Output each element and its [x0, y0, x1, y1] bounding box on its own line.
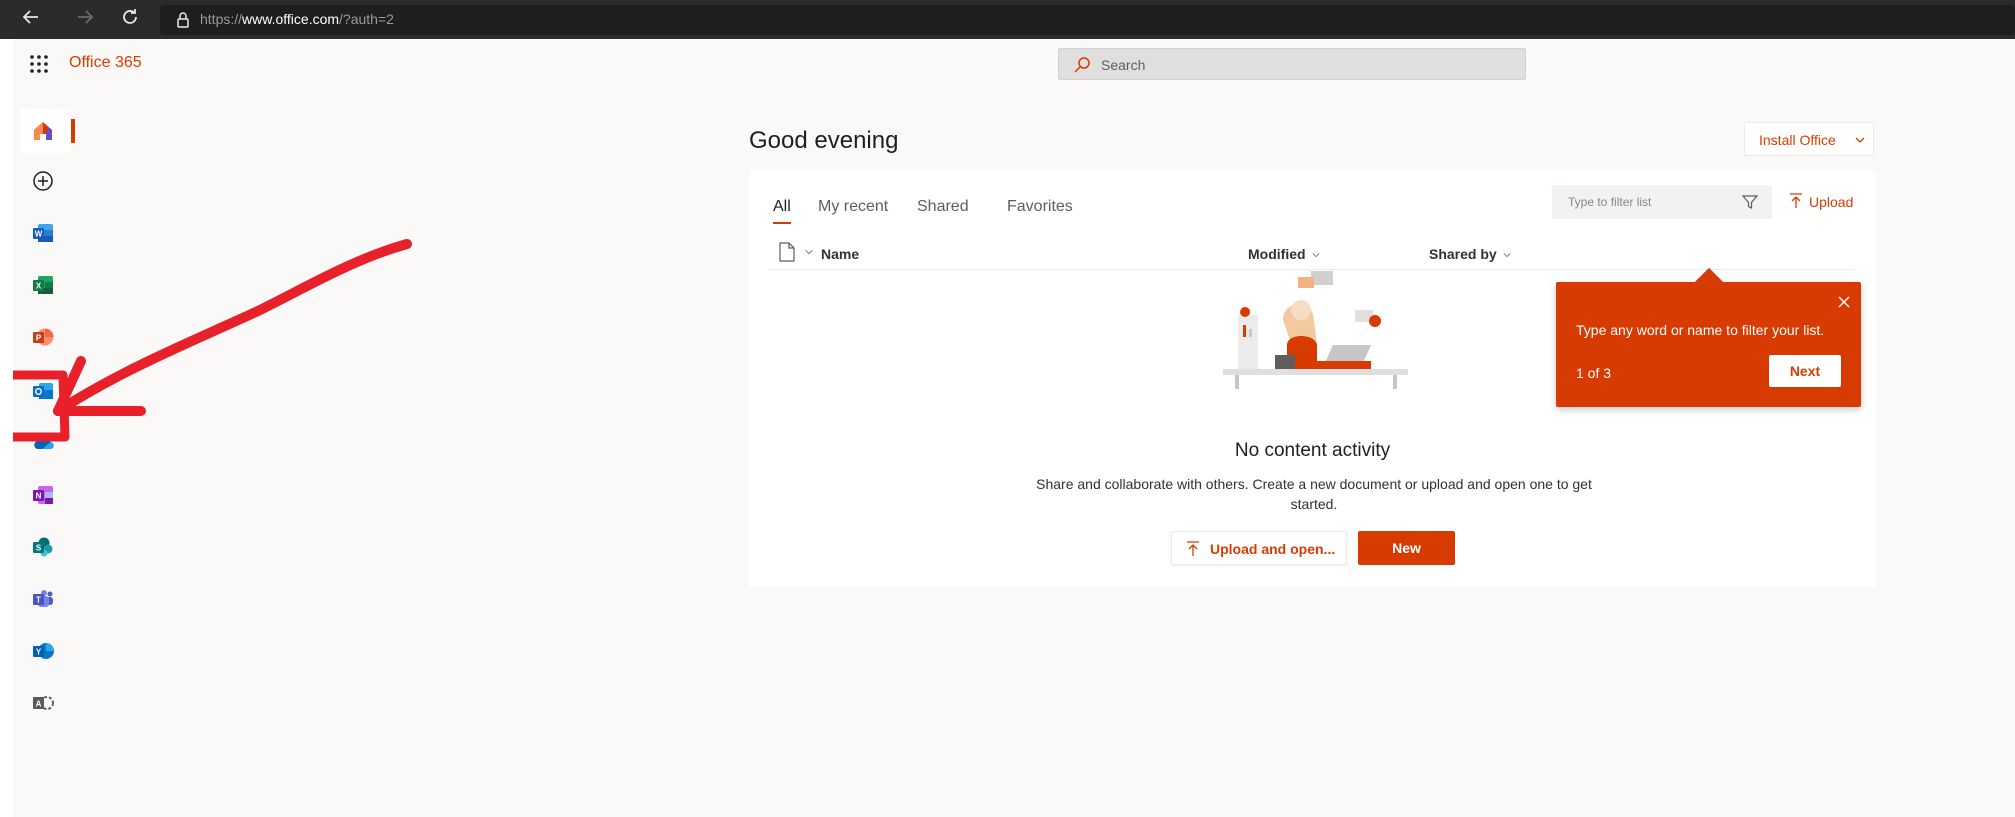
teaching-bubble: Type any word or name to filter your lis…: [1556, 267, 1861, 407]
lock-icon: [177, 12, 189, 28]
word-icon: W: [33, 224, 53, 242]
new-label: New: [1392, 540, 1421, 556]
sharepoint-icon: S: [33, 537, 53, 557]
next-label: Next: [1789, 363, 1821, 379]
address-bar[interactable]: https://www.office.com/?auth=2: [160, 5, 2015, 35]
rail-yammer[interactable]: Y: [21, 629, 65, 673]
empty-state-title: No content activity: [1234, 440, 1391, 461]
search-input[interactable]: [1101, 54, 1501, 76]
teaching-bubble-text: Type any word or name to filter your lis…: [1576, 322, 1825, 338]
office-app: Office 365 W X P: [13, 39, 2015, 817]
browser-toolbar: https://www.office.com/?auth=2: [0, 0, 2015, 39]
chevron-down-icon: [1855, 137, 1865, 143]
search-icon: [1074, 57, 1090, 73]
empty-state-description: Share and collaborate with others. Creat…: [1036, 476, 1592, 512]
filter-box[interactable]: [1552, 185, 1772, 219]
url-text[interactable]: https://www.office.com/?auth=2: [200, 11, 394, 27]
app-title[interactable]: Office 365: [69, 54, 142, 72]
column-shared-by[interactable]: Shared by: [1429, 246, 1511, 262]
rail-onenote[interactable]: N: [21, 473, 65, 517]
rail-powerpoint[interactable]: P: [21, 315, 65, 359]
svg-text:P: P: [36, 334, 42, 343]
rail-word[interactable]: W: [21, 211, 65, 255]
waffle-icon[interactable]: [28, 53, 50, 75]
svg-text:Y: Y: [36, 648, 42, 657]
rail-onedrive[interactable]: [21, 421, 65, 465]
forward-icon[interactable]: [70, 6, 100, 34]
file-type-column[interactable]: [779, 242, 813, 262]
tab-all-label: All: [773, 198, 791, 215]
rail-create[interactable]: [21, 159, 65, 203]
column-name[interactable]: Name: [821, 246, 859, 262]
svg-text:A: A: [36, 700, 42, 709]
column-modified[interactable]: Modified: [1248, 246, 1320, 262]
upload-and-open-button[interactable]: Upload and open...: [1171, 531, 1347, 565]
chevron-down-icon: [805, 250, 813, 255]
rail-excel[interactable]: X: [21, 263, 65, 307]
document-icon: [779, 242, 795, 262]
install-office-button[interactable]: Install Office: [1744, 122, 1874, 156]
app-launcher-rail: W X P N S T Y A: [13, 89, 75, 789]
tab-all[interactable]: All: [773, 198, 791, 224]
rail-admin[interactable]: A: [21, 681, 65, 725]
chevron-down-icon: [1503, 253, 1511, 258]
annotation-arrow: [13, 239, 412, 442]
svg-text:N: N: [36, 492, 42, 501]
filter-icon[interactable]: [1742, 194, 1758, 210]
chevron-down-icon: [1311, 253, 1320, 258]
powerpoint-icon: P: [33, 328, 54, 346]
tab-shared[interactable]: Shared: [917, 198, 969, 216]
svg-text:T: T: [36, 596, 41, 605]
install-office-label: Install Office: [1759, 132, 1836, 148]
excel-icon: X: [33, 276, 53, 294]
onenote-icon: N: [33, 486, 53, 504]
back-icon[interactable]: [16, 6, 46, 34]
teams-icon: T: [33, 590, 53, 607]
empty-state-illustration: [1223, 271, 1408, 389]
filter-input[interactable]: [1568, 194, 1738, 210]
search-box[interactable]: [1058, 48, 1526, 80]
tab-favorites[interactable]: Favorites: [1007, 198, 1073, 216]
svg-text:W: W: [35, 230, 43, 239]
admin-icon: A: [33, 696, 54, 710]
rail-sharepoint[interactable]: S: [21, 525, 65, 569]
close-icon[interactable]: [1836, 294, 1852, 310]
refresh-icon[interactable]: [115, 6, 145, 34]
upload-icon: [1187, 541, 1199, 556]
yammer-icon: Y: [33, 643, 54, 659]
home-icon: [34, 122, 52, 140]
next-button[interactable]: Next: [1769, 355, 1841, 387]
upload-icon: [1790, 193, 1802, 208]
rail-home[interactable]: [21, 109, 75, 153]
rail-teams[interactable]: T: [21, 577, 65, 621]
tab-my-recent[interactable]: My recent: [818, 198, 888, 216]
active-indicator: [71, 119, 75, 143]
app-header: Office 365: [13, 39, 2015, 89]
upload-label: Upload: [1809, 194, 1854, 210]
svg-text:X: X: [36, 282, 42, 291]
add-circle-icon: [33, 171, 53, 191]
onedrive-icon: [34, 437, 54, 450]
outlook-icon: [33, 383, 53, 399]
upload-and-open-label: Upload and open...: [1210, 541, 1336, 557]
active-tab-underline: [773, 222, 791, 224]
teaching-bubble-step: 1 of 3: [1576, 365, 1612, 381]
page-greeting: Good evening: [749, 127, 899, 154]
new-document-button[interactable]: New: [1358, 531, 1455, 565]
rail-outlook[interactable]: [21, 369, 65, 413]
svg-text:S: S: [36, 544, 42, 553]
